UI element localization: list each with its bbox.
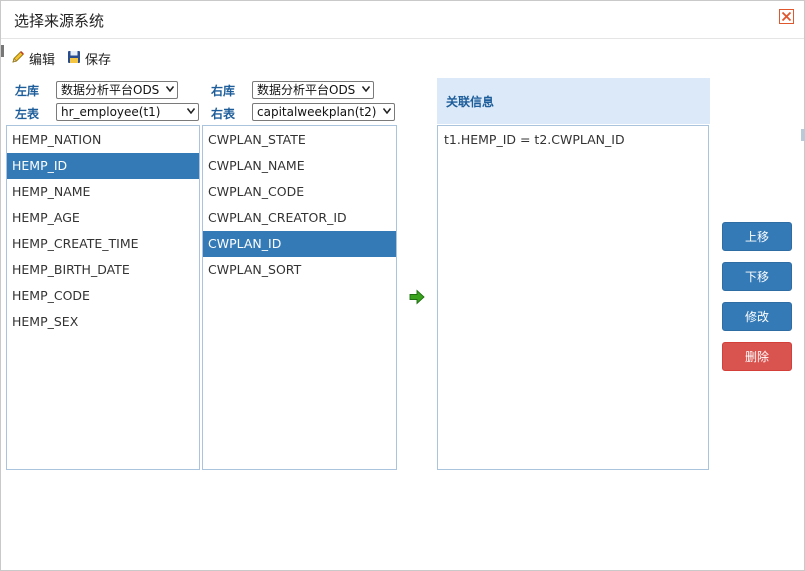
right-table-select[interactable]: capitalweekplan(t2) — [252, 103, 395, 121]
select-source-dialog: 选择来源系统 编辑 保存 左库 数据分析平台ODS 左表 hr_employee… — [0, 0, 805, 571]
left-field-item[interactable]: HEMP_BIRTH_DATE — [7, 257, 199, 283]
move-down-button[interactable]: 下移 — [722, 262, 792, 291]
right-field-item[interactable]: CWPLAN_CODE — [203, 179, 396, 205]
left-db-select[interactable]: 数据分析平台ODS — [56, 81, 178, 99]
relation-header-title: 关联信息 — [446, 95, 495, 109]
left-field-item[interactable]: HEMP_NAME — [7, 179, 199, 205]
right-db-value: 数据分析平台ODS — [257, 83, 356, 97]
right-field-item[interactable]: CWPLAN_ID — [203, 231, 396, 257]
right-edge-marker — [801, 129, 805, 141]
relation-panel-header: 关联信息 — [437, 78, 710, 124]
edit-label: 编辑 — [29, 53, 56, 68]
right-field-item[interactable]: CWPLAN_CREATOR_ID — [203, 205, 396, 231]
left-table-value: hr_employee(t1) — [61, 105, 161, 119]
left-edge-marker — [1, 45, 4, 57]
left-field-item[interactable]: HEMP_ID — [7, 153, 199, 179]
left-field-item[interactable]: HEMP_SEX — [7, 309, 199, 335]
left-db-label: 左库 — [15, 84, 40, 98]
relation-item[interactable]: t1.HEMP_ID = t2.CWPLAN_ID — [444, 132, 625, 147]
left-field-item[interactable]: HEMP_CODE — [7, 283, 199, 309]
left-field-item[interactable]: HEMP_NATION — [7, 127, 199, 153]
left-field-item[interactable]: HEMP_CREATE_TIME — [7, 231, 199, 257]
move-up-button[interactable]: 上移 — [722, 222, 792, 251]
chevron-down-icon — [187, 108, 195, 114]
right-db-select[interactable]: 数据分析平台ODS — [252, 81, 374, 99]
right-table-label: 右表 — [211, 107, 236, 121]
chevron-down-icon — [383, 108, 391, 114]
save-label: 保存 — [85, 53, 112, 68]
right-field-item[interactable]: CWPLAN_SORT — [203, 257, 396, 283]
add-relation-arrow-icon[interactable] — [409, 289, 425, 305]
right-field-item[interactable]: CWPLAN_NAME — [203, 153, 396, 179]
left-table-label: 左表 — [15, 107, 40, 121]
relation-list: t1.HEMP_ID = t2.CWPLAN_ID — [437, 125, 709, 470]
right-field-item[interactable]: CWPLAN_STATE — [203, 127, 396, 153]
left-field-item[interactable]: HEMP_AGE — [7, 205, 199, 231]
right-field-list: CWPLAN_STATE CWPLAN_NAME CWPLAN_CODE CWP… — [202, 125, 397, 470]
left-table-select[interactable]: hr_employee(t1) — [56, 103, 199, 121]
pencil-icon — [12, 51, 24, 63]
floppy-disk-icon — [68, 51, 80, 63]
close-button[interactable] — [779, 9, 794, 24]
dialog-titlebar: 选择来源系统 — [1, 1, 804, 39]
right-db-label: 右库 — [211, 84, 236, 98]
chevron-down-icon — [362, 86, 370, 92]
left-db-value: 数据分析平台ODS — [61, 83, 160, 97]
right-table-value: capitalweekplan(t2) — [257, 105, 377, 119]
left-field-list: HEMP_NATION HEMP_ID HEMP_NAME HEMP_AGE H… — [6, 125, 200, 470]
dialog-title: 选择来源系统 — [14, 12, 105, 30]
modify-button[interactable]: 修改 — [722, 302, 792, 331]
delete-button[interactable]: 删除 — [722, 342, 792, 371]
close-icon — [781, 11, 792, 22]
chevron-down-icon — [166, 86, 174, 92]
